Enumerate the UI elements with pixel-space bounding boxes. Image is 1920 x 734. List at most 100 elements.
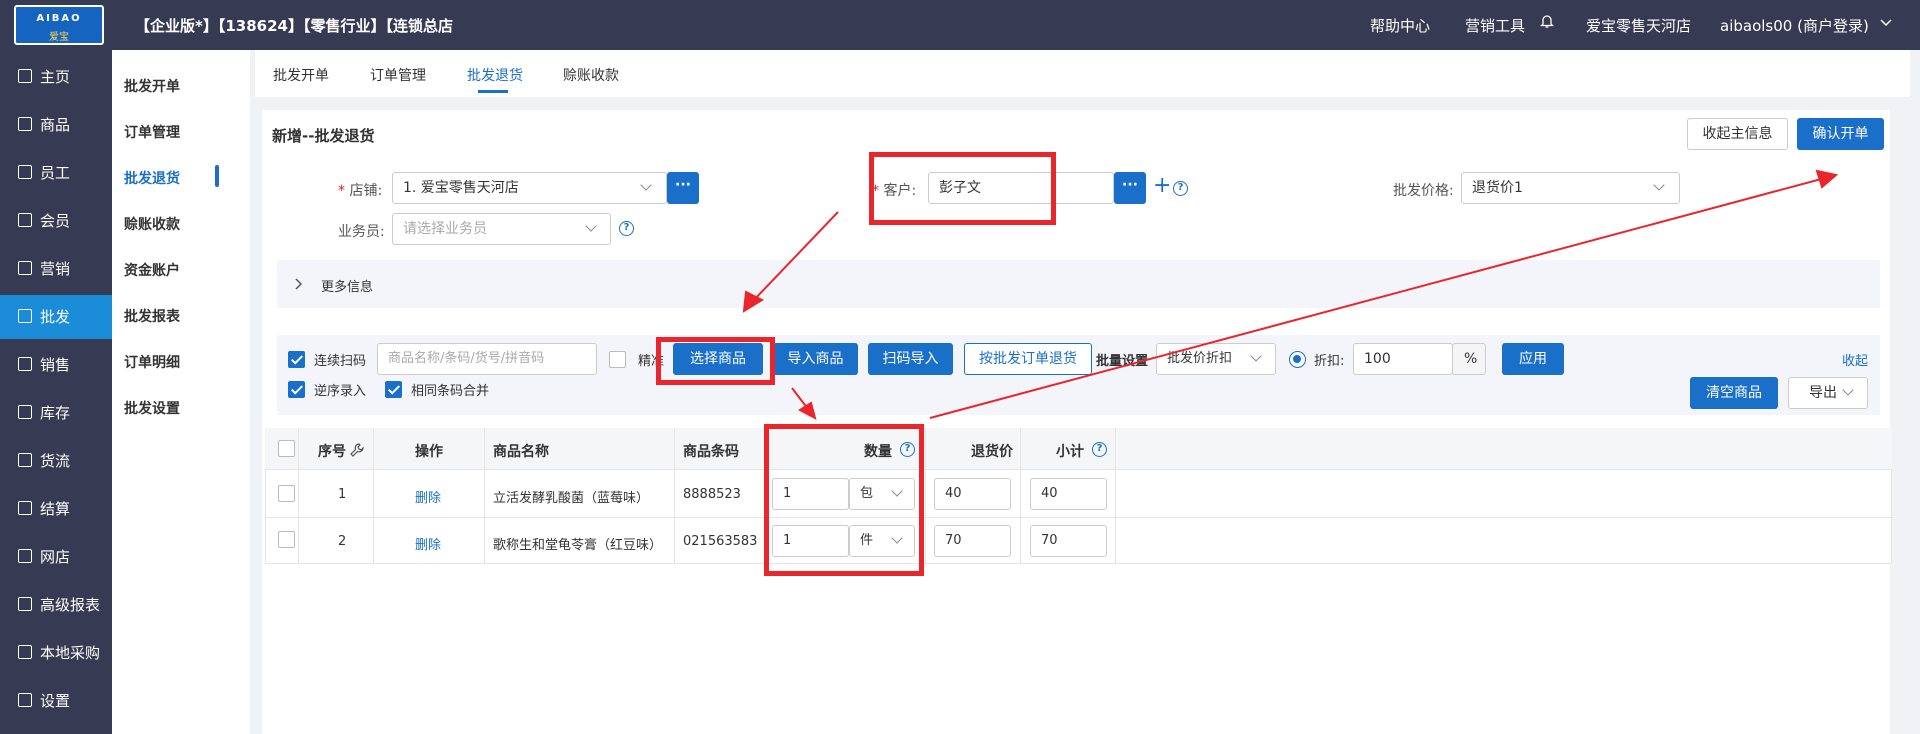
col-divider [484,428,485,564]
return-by-order-button[interactable]: 按批发订单退货 [964,343,1092,375]
apply-discount-button[interactable]: 应用 [1502,343,1564,375]
subnav-order-detail[interactable]: 订单明细 [124,352,180,372]
export-label: 导出 [1809,385,1837,401]
row-checkbox[interactable] [278,485,295,502]
tab-wholesale-order[interactable]: 批发开单 [273,65,329,85]
nav-marketing[interactable]: 营销 [0,247,112,291]
continuous-scan-checkbox[interactable] [288,351,305,368]
subtotal-input[interactable]: 70 [1030,525,1107,557]
current-store[interactable]: 爱宝零售天河店 [1586,15,1691,36]
delete-row-link[interactable]: 删除 [415,534,441,553]
logistics-icon [18,453,32,467]
nav-label: 库存 [40,404,71,422]
nav-local-purchase[interactable]: 本地采购 [0,631,112,675]
help-center-link[interactable]: 帮助中心 [1370,15,1430,36]
nav-members[interactable]: 会员 [0,199,112,243]
marketing-tools-link[interactable]: 营销工具 [1465,15,1525,36]
nav-wholesale[interactable]: 批发 [0,295,112,339]
col-divider [1020,428,1021,564]
select-all-checkbox[interactable] [278,440,295,457]
goods-search-input[interactable]: 商品名称/条码/货号/拼音码 [377,343,597,375]
col-divider [298,428,299,564]
nav-staff[interactable]: 员工 [0,151,112,195]
line-chart-icon [18,645,32,659]
collapse-toolbar-link[interactable]: 收起 [1842,350,1868,369]
collapse-main-info-button[interactable]: 收起主信息 [1687,118,1788,150]
col-divider [925,428,926,564]
bell-icon[interactable] [1540,13,1554,29]
store-select[interactable]: 1. 爱宝零售天河店 [392,172,667,204]
row-seq: 2 [338,534,347,549]
nav-online-store[interactable]: 网店 [0,535,112,579]
scan-import-button[interactable]: 扫码导入 [868,343,953,375]
discount-input[interactable]: 100 [1353,343,1453,375]
subnav-fund-account[interactable]: 资金账户 [124,260,180,280]
store-picker-button[interactable]: ··· [667,172,699,204]
salesman-select[interactable]: 请选择业务员 [392,213,611,245]
chevron-right-icon [295,278,303,290]
nav-label: 本地采购 [40,644,101,662]
chevron-down-icon[interactable] [1880,18,1892,28]
help-icon[interactable]: ? [1092,442,1107,457]
confirm-order-button[interactable]: 确认开单 [1797,118,1884,150]
salesman-label: 业务员: [338,224,385,240]
wholesale-icon [18,309,32,323]
subnav-order-management[interactable]: 订单管理 [124,122,180,142]
subnav-wholesale-settings[interactable]: 批发设置 [124,398,180,418]
nav-inventory[interactable]: 库存 [0,391,112,435]
price-select[interactable]: 退货价1 [1461,172,1680,204]
return-price-input[interactable]: 70 [934,525,1011,557]
merge-barcode-checkbox[interactable] [385,381,402,398]
col-op: 操作 [415,444,443,460]
row-barcode: 021563583 [683,534,758,549]
nav-label: 高级报表 [40,596,101,614]
discount-radio[interactable] [1289,351,1306,368]
clear-goods-button[interactable]: 清空商品 [1690,377,1778,409]
import-goods-button[interactable]: 导入商品 [773,343,858,375]
wrench-icon[interactable] [350,443,364,457]
nav-label: 结算 [40,500,71,518]
nav-label: 批发 [40,308,71,326]
members-icon [18,213,32,227]
gear-icon [18,693,32,707]
exact-match-checkbox[interactable] [609,351,626,368]
subnav-wholesale-report[interactable]: 批发报表 [124,306,180,326]
more-info-bar[interactable]: 更多信息 [277,260,1880,308]
nav-settings[interactable]: 设置 [0,679,112,723]
nav-home[interactable]: 主页 [0,55,112,99]
row-checkbox[interactable] [278,531,295,548]
nav-logistics[interactable]: 货流 [0,439,112,483]
subnav-wholesale-order[interactable]: 批发开单 [124,76,180,96]
user-menu[interactable]: aibaols00 (商户登录) [1720,15,1869,36]
col-barcode: 商品条码 [683,444,739,460]
subnav-credit-collection[interactable]: 赊账收款 [124,214,180,234]
export-button[interactable]: 导出 [1788,377,1868,409]
help-icon[interactable]: ? [1173,181,1188,196]
chart-icon [18,357,32,371]
row-divider [265,517,1892,518]
tab-credit-collection[interactable]: 赊账收款 [563,65,619,85]
subnav-wholesale-return[interactable]: 批发退货 [124,168,180,188]
staff-icon [18,165,32,179]
nav-goods[interactable]: 商品 [0,103,112,147]
col-subtotal: 小计 [1056,444,1084,460]
customer-picker-button[interactable]: ··· [1114,172,1146,204]
add-customer-icon[interactable]: + [1153,172,1171,200]
tab-wholesale-return[interactable]: 批发退货 [467,65,523,85]
return-price-input[interactable]: 40 [934,478,1011,510]
reverse-input-checkbox[interactable] [288,381,305,398]
nav-sales[interactable]: 销售 [0,343,112,387]
annotation-box-customer [869,152,1056,225]
app-logo[interactable]: AIBAO 爱宝 [14,5,104,45]
nav-label: 货流 [40,452,71,470]
main-sidebar: 主页 商品 员工 会员 营销 批发 销售 库存 货流 结算 网店 高级报表 本地… [0,50,112,734]
tab-order-management[interactable]: 订单管理 [370,65,426,85]
subtotal-input[interactable]: 40 [1030,478,1107,510]
megaphone-icon [18,261,32,275]
merge-barcode-label: 相同条码合并 [411,384,490,399]
nav-settlement[interactable]: 结算 [0,487,112,531]
logo-text: AIBAO [36,13,82,24]
help-icon[interactable]: ? [619,221,634,236]
delete-row-link[interactable]: 删除 [415,487,441,506]
nav-advanced-reports[interactable]: 高级报表 [0,583,112,627]
